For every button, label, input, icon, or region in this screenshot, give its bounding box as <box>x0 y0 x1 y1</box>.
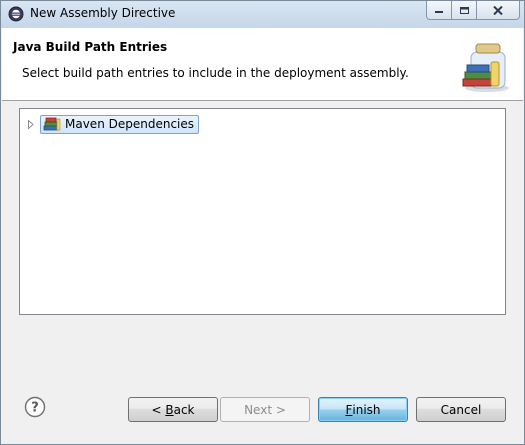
page-description: Select build path entries to include in … <box>22 66 409 80</box>
maximize-button[interactable] <box>452 1 477 20</box>
minimize-icon <box>435 11 443 13</box>
window-title: New Assembly Directive <box>30 6 176 20</box>
title-bar[interactable]: New Assembly Directive <box>1 1 524 28</box>
finish-mnemonic: F <box>345 402 353 417</box>
dialog-window: New Assembly Directive Java Build Path E… <box>0 0 525 445</box>
help-icon[interactable]: ? <box>24 396 46 418</box>
library-jar-icon <box>462 43 509 92</box>
tree-item-label: Maven Dependencies <box>65 117 195 131</box>
next-button[interactable]: Next > <box>220 397 310 422</box>
minimize-button[interactable] <box>426 1 452 20</box>
eclipse-app-icon <box>8 6 24 22</box>
finish-label-rest: inish <box>352 402 381 417</box>
window-controls <box>426 1 520 20</box>
restore-icon <box>459 6 469 14</box>
cancel-label: Cancel <box>440 402 482 417</box>
cancel-button[interactable]: Cancel <box>416 397 506 422</box>
help-glyph: ? <box>31 401 39 416</box>
expand-arrow-icon[interactable] <box>26 119 36 129</box>
next-label: Next > <box>244 402 286 417</box>
back-label-rest: ack <box>173 402 195 417</box>
wizard-banner: Java Build Path Entries Select build pat… <box>2 28 523 101</box>
library-books-icon <box>43 117 61 131</box>
back-button[interactable]: < Back <box>128 397 218 422</box>
back-mnemonic: B <box>165 402 174 417</box>
page-title: Java Build Path Entries <box>13 40 168 54</box>
build-path-tree[interactable]: Maven Dependencies <box>19 108 506 315</box>
close-icon <box>493 5 503 15</box>
tree-item-maven-dependencies[interactable]: Maven Dependencies <box>40 114 200 134</box>
finish-button[interactable]: Finish <box>318 397 408 422</box>
back-prefix: < <box>151 402 166 417</box>
tree-row[interactable]: Maven Dependencies <box>26 114 200 134</box>
close-button[interactable] <box>477 1 520 20</box>
